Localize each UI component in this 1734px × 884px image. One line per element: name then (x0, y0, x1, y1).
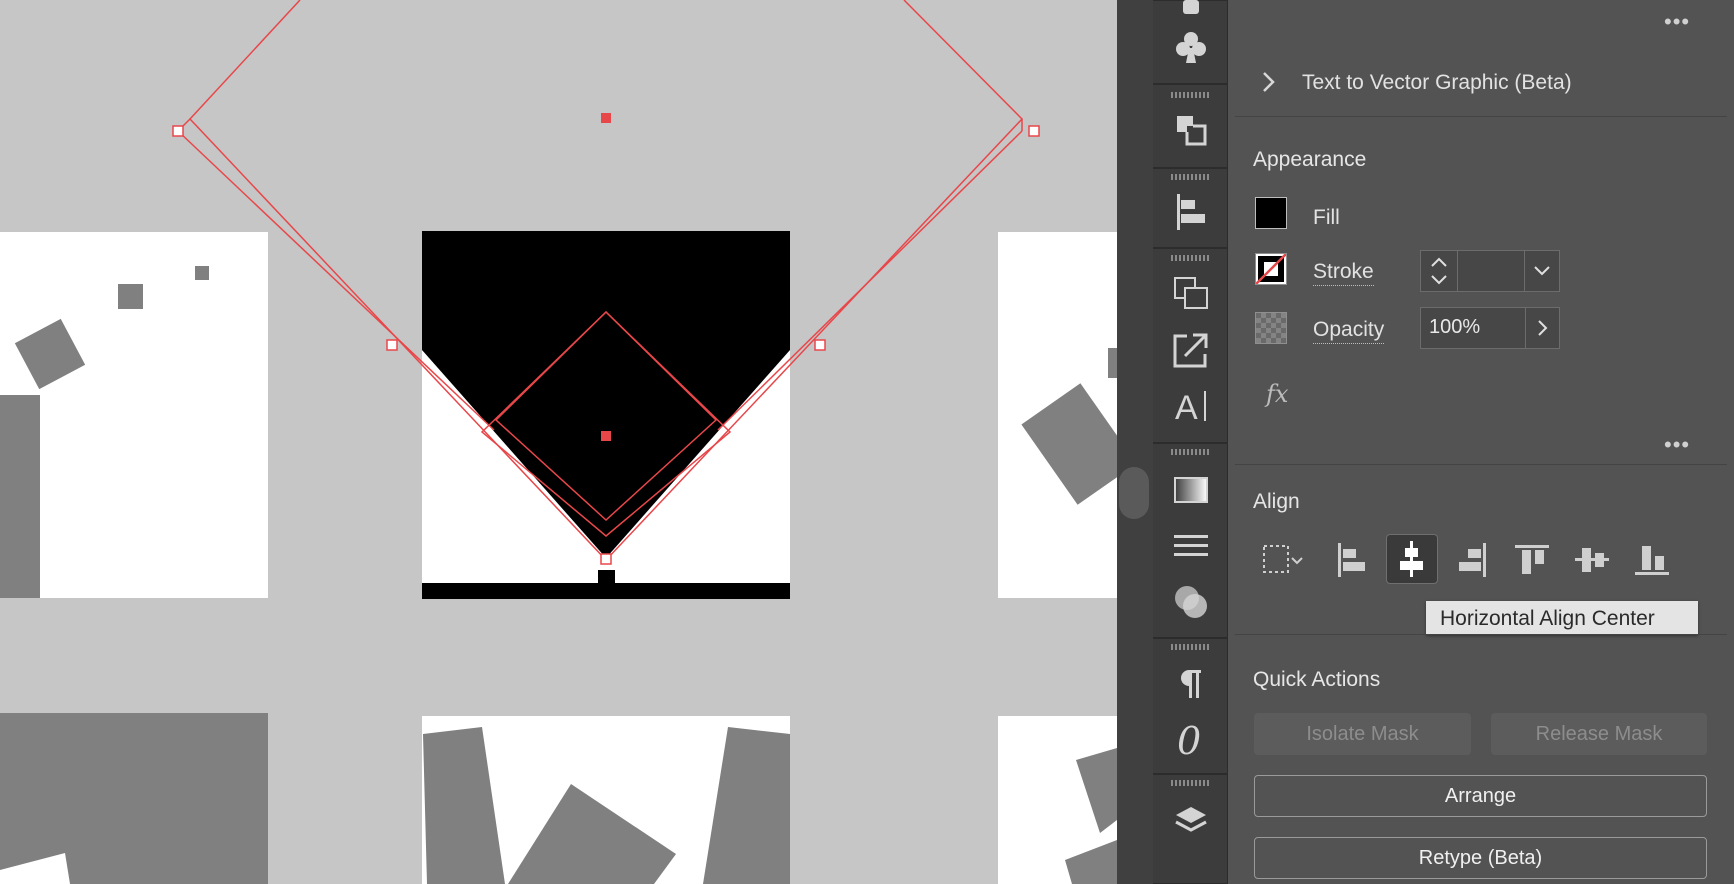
dock-grip[interactable] (1171, 92, 1211, 98)
shape[interactable] (1108, 348, 1117, 378)
divider (1235, 116, 1727, 117)
fill-swatch[interactable] (1255, 197, 1287, 229)
export-icon[interactable] (1171, 330, 1211, 370)
svg-text:A: A (1175, 389, 1198, 424)
resize-handle[interactable] (814, 339, 826, 351)
align-to-selection-button[interactable] (1256, 535, 1308, 585)
character-icon[interactable]: A (1171, 386, 1211, 426)
stroke-weight-dropdown[interactable] (1524, 250, 1560, 292)
dock-grip[interactable] (1171, 174, 1211, 180)
opacity-input[interactable]: 100% (1420, 307, 1526, 349)
more-options-icon[interactable]: ••• (1664, 11, 1690, 33)
svg-text:0: 0 (1177, 720, 1201, 760)
align-title: Align (1253, 490, 1300, 513)
text-to-vector-label[interactable]: Text to Vector Graphic (Beta) (1302, 71, 1572, 95)
vertical-align-top-button[interactable] (1506, 535, 1558, 585)
fx-icon[interactable]: fx (1266, 380, 1288, 408)
artboard-bottom-left[interactable] (0, 713, 268, 884)
gradient-icon[interactable] (1171, 470, 1211, 510)
dock-grip[interactable] (1171, 449, 1211, 455)
transparency-icon[interactable] (1171, 582, 1211, 622)
shape[interactable] (0, 395, 40, 598)
align-tooltip: Horizontal Align Center (1426, 601, 1698, 635)
divider-grip[interactable] (1119, 467, 1149, 519)
stroke-swatch[interactable] (1255, 253, 1287, 285)
appearance-title: Appearance (1253, 148, 1367, 171)
pathfinder-icon[interactable] (1171, 110, 1211, 150)
opacity-expand-button[interactable] (1525, 307, 1560, 349)
chevron-right-icon[interactable] (1258, 70, 1278, 94)
opacity-swatch[interactable] (1255, 312, 1287, 344)
shape[interactable] (195, 266, 209, 280)
dock-grip[interactable] (1171, 255, 1211, 261)
paragraph-icon[interactable] (1171, 664, 1211, 704)
horizontal-align-center-button[interactable] (1386, 534, 1438, 584)
symbol-icon[interactable] (1171, 0, 1211, 28)
transform-icon[interactable] (1171, 274, 1211, 314)
fill-label: Fill (1313, 206, 1340, 229)
horizontal-align-right-button[interactable] (1446, 535, 1498, 585)
arrange-button[interactable]: Arrange (1254, 775, 1707, 817)
retype-button[interactable]: Retype (Beta) (1254, 837, 1707, 879)
stroke-weight-input[interactable] (1457, 250, 1525, 292)
dock-grip[interactable] (1171, 780, 1211, 786)
stroke-icon[interactable] (1171, 526, 1211, 566)
dock-grip[interactable] (1171, 644, 1211, 650)
center-point-handle[interactable] (601, 113, 611, 123)
opentype-icon[interactable]: 0 (1171, 720, 1211, 760)
isolate-mask-button[interactable]: Isolate Mask (1254, 713, 1471, 755)
stroke-label[interactable]: Stroke (1313, 260, 1374, 286)
vertical-align-bottom-button[interactable] (1626, 535, 1678, 585)
stroke-weight-stepper[interactable] (1420, 250, 1458, 292)
resize-handle[interactable] (386, 339, 398, 351)
horizontal-align-left-button[interactable] (1326, 535, 1378, 585)
resize-handle[interactable] (1028, 125, 1040, 137)
opacity-label[interactable]: Opacity (1313, 318, 1385, 344)
artboard-canvas[interactable] (0, 0, 1117, 884)
vertical-align-center-button[interactable] (1566, 535, 1618, 585)
shape[interactable] (118, 284, 143, 309)
align-icon[interactable] (1171, 192, 1211, 232)
resize-handle[interactable] (600, 553, 612, 565)
release-mask-button[interactable]: Release Mask (1491, 713, 1707, 755)
shape[interactable] (598, 570, 615, 586)
divider (1235, 464, 1727, 465)
resize-handle[interactable] (172, 125, 184, 137)
canvas-artwork[interactable] (0, 0, 1117, 884)
center-point-handle[interactable] (601, 431, 611, 441)
quick-actions-title: Quick Actions (1253, 668, 1381, 691)
more-options-icon[interactable]: ••• (1664, 434, 1690, 456)
club-symbol-icon[interactable] (1171, 28, 1211, 68)
layers-icon[interactable] (1171, 802, 1211, 842)
panel-divider[interactable] (1117, 0, 1153, 884)
divider (1235, 634, 1727, 635)
